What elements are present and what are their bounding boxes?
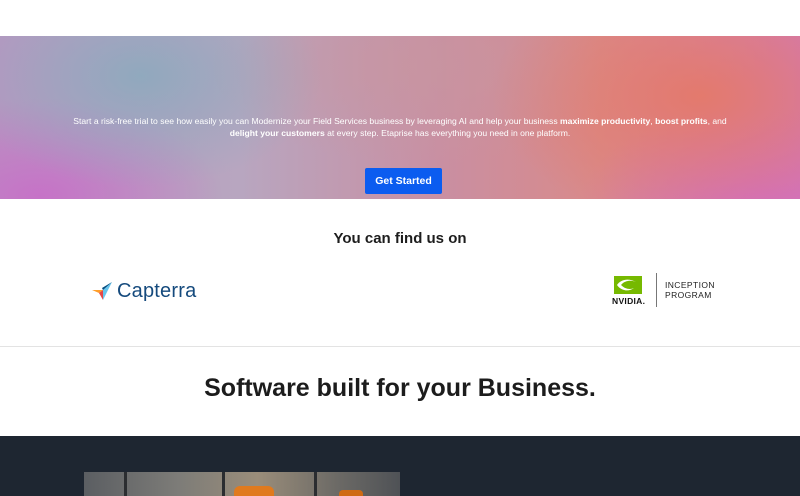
hero-highlight-productivity: maximize productivity xyxy=(560,116,651,126)
hero-description: Start a risk-free trial to see how easil… xyxy=(70,116,730,139)
photo-detail xyxy=(314,472,317,496)
program-line: PROGRAM xyxy=(665,290,712,300)
hero-banner: Start a risk-free trial to see how easil… xyxy=(0,36,800,199)
find-us-title: You can find us on xyxy=(333,230,467,247)
get-started-button[interactable]: Get Started xyxy=(365,168,442,194)
inception-program-label: INCEPTION PROGRAM xyxy=(665,280,715,300)
hero-text-part1: Start a risk-free trial to see how easil… xyxy=(73,116,561,126)
photo-detail xyxy=(339,490,363,496)
nvidia-eye-icon xyxy=(614,276,642,294)
hero-sep2: , and xyxy=(707,116,727,126)
nvidia-inception-logo[interactable]: NVIDIA. INCEPTION PROGRAM xyxy=(612,273,732,309)
software-section-title: Software built for your Business. xyxy=(204,374,596,402)
logo-divider xyxy=(656,273,657,307)
section-divider xyxy=(0,346,800,347)
dark-feature-section xyxy=(0,436,800,496)
photo-detail xyxy=(234,486,274,496)
capterra-logo-link[interactable]: Capterra xyxy=(91,277,211,305)
photo-detail xyxy=(124,472,127,496)
capterra-logo-icon xyxy=(92,282,112,300)
hero-highlight-customers: delight your customers xyxy=(229,127,325,138)
top-bar xyxy=(0,0,800,36)
hero-text-part2: at every step. Etaprise has everything y… xyxy=(324,127,571,138)
warehouse-photo xyxy=(84,472,400,496)
nvidia-wordmark: NVIDIA. xyxy=(612,296,646,306)
hero-highlight-profits: boost profits xyxy=(655,116,708,126)
photo-detail xyxy=(222,472,225,496)
inception-line: INCEPTION xyxy=(665,280,715,290)
capterra-wordmark: Capterra xyxy=(117,279,197,302)
